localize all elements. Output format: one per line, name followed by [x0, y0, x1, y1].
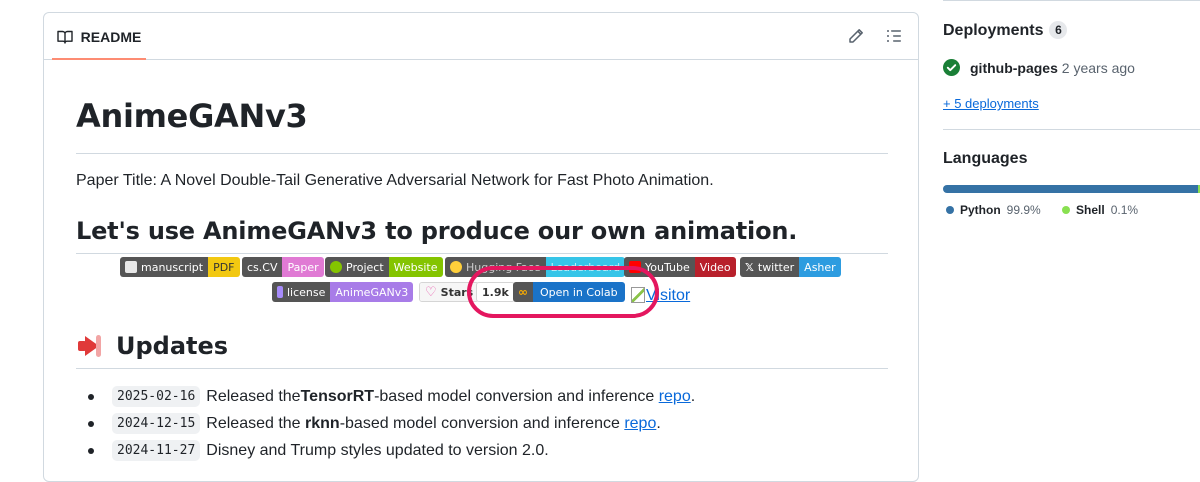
more-deployments-link[interactable]: + 5 deployments: [943, 96, 1039, 111]
badge-left-label: license: [287, 285, 326, 299]
deployment-name[interactable]: github-pages: [970, 60, 1058, 76]
highlight-annotation: [467, 266, 659, 318]
badge-right-label: Video: [694, 257, 736, 277]
bullet: [88, 393, 94, 400]
badge-right-label: AnimeGANv3: [330, 282, 414, 302]
divider: [943, 0, 1200, 1]
bullet: [88, 447, 94, 454]
repo-link[interactable]: repo: [659, 388, 691, 406]
language-python[interactable]: Python 99.9%: [946, 203, 1041, 217]
badge-left-label: twitter: [757, 260, 795, 274]
heart-icon: ♡: [425, 284, 437, 300]
deployment-time: 2 years ago: [1061, 59, 1135, 76]
update-text: -based model conversion and inference: [374, 387, 659, 405]
list-item: 2025-02-16 Released the TensorRT -based …: [88, 386, 695, 407]
badge-twitter[interactable]: 𝕏twitter Asher: [740, 257, 841, 277]
date-code: 2025-02-16: [112, 386, 201, 407]
section-heading: Let's use AnimeGANv3 to produce our own …: [76, 217, 798, 245]
date-code: 2024-11-27: [112, 440, 201, 461]
pencil-icon[interactable]: [848, 28, 864, 44]
outline-list-icon[interactable]: [886, 28, 902, 44]
language-dot: [1062, 206, 1070, 214]
language-bar-segment: [943, 185, 1198, 193]
update-text: .: [690, 387, 696, 405]
divider: [76, 153, 888, 154]
deployments-counter: 6: [1049, 21, 1068, 39]
megaphone-icon: [76, 335, 104, 357]
updates-section: Updates: [76, 332, 888, 369]
update-text: Released the: [206, 414, 306, 432]
bullet: [88, 420, 94, 427]
badge-left-label: YouTube: [645, 260, 690, 274]
check-circle-icon: [943, 59, 960, 76]
hugging-face-icon: [450, 261, 462, 273]
deployments-label: Deployments: [943, 22, 1044, 39]
badge-right-label: Website: [388, 257, 443, 277]
update-bold: rknn: [305, 414, 340, 432]
document-icon: [125, 261, 137, 273]
update-text: -based model conversion and inference: [339, 414, 625, 432]
language-percent: 0.1%: [1110, 203, 1139, 217]
license-icon: [277, 286, 283, 298]
badge-left-label: manuscript: [141, 260, 204, 274]
active-tab-indicator: [52, 58, 146, 60]
x-logo-icon: 𝕏: [745, 260, 754, 274]
badge-project[interactable]: Project Website: [325, 257, 443, 277]
deployment-row: github-pages 2 years ago: [943, 59, 1135, 76]
updates-heading: Updates: [116, 332, 229, 360]
badge-license[interactable]: license AnimeGANv3: [272, 282, 414, 302]
page-title: AnimeGANv3: [76, 97, 308, 135]
divider: [76, 368, 888, 369]
readme-card: README AnimeGANv3 Paper Title: A Novel D…: [43, 12, 919, 482]
list-item: 2024-12-15 Released the rknn -based mode…: [88, 413, 661, 434]
divider: [76, 253, 888, 254]
language-name: Shell: [1076, 203, 1105, 217]
language-percent: 99.9%: [1006, 203, 1041, 217]
badge-left-label: Project: [346, 260, 384, 274]
badge-right-label: Asher: [799, 257, 841, 277]
badge-arxiv[interactable]: cs.CV Paper: [242, 257, 324, 277]
update-text: Released the: [206, 387, 301, 405]
list-item: 2024-11-27 Disney and Trump styles updat…: [88, 440, 549, 461]
languages-title: Languages: [943, 150, 1028, 167]
badge-right-label: PDF: [208, 257, 240, 277]
badge-manuscript[interactable]: manuscript PDF: [120, 257, 240, 277]
language-name: Python: [960, 203, 1001, 217]
language-bar: [943, 185, 1200, 193]
badge-left-label: cs.CV: [242, 257, 283, 277]
update-bold: TensorRT: [300, 387, 375, 405]
language-dot: [946, 206, 954, 214]
badge-right-label: Paper: [282, 257, 324, 277]
globe-icon: [330, 261, 342, 273]
readme-header: README: [44, 13, 918, 60]
tab-readme[interactable]: README: [52, 13, 146, 60]
language-shell[interactable]: Shell 0.1%: [1062, 203, 1138, 217]
paper-title-text: Paper Title: A Novel Double-Tail Generat…: [76, 172, 714, 189]
book-icon: [56, 30, 73, 44]
divider: [943, 129, 1200, 130]
repo-link[interactable]: repo: [624, 415, 656, 433]
tab-readme-label: README: [80, 28, 142, 45]
update-text: .: [656, 414, 661, 432]
update-text: Disney and Trump styles updated to versi…: [206, 441, 549, 459]
date-code: 2024-12-15: [112, 413, 201, 434]
deployments-title[interactable]: Deployments 6: [943, 21, 1068, 40]
